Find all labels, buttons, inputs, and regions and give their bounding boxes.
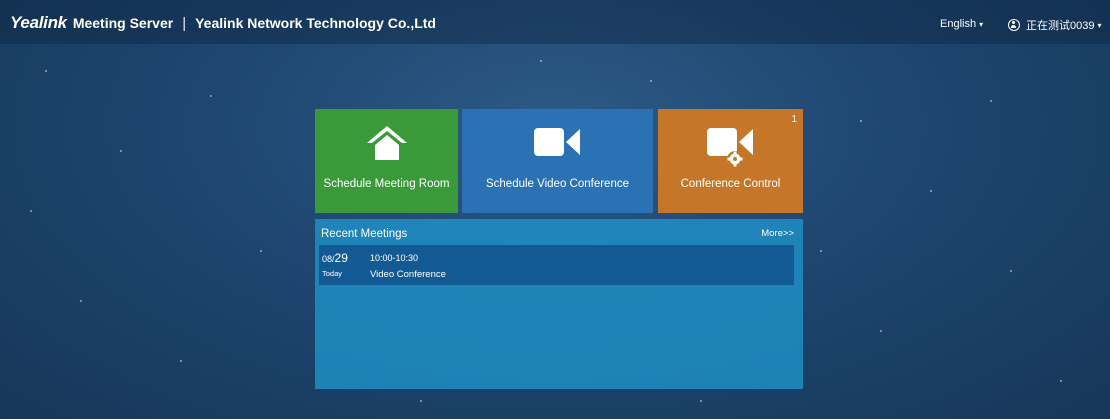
- language-label: English: [940, 18, 977, 30]
- product-name: Meeting Server: [72, 15, 174, 31]
- video-camera-icon: [533, 125, 583, 164]
- brand: Yealink Meeting Server | Yealink Network…: [10, 12, 436, 34]
- recent-meetings-title: Recent Meetings: [321, 228, 408, 240]
- home-icon: [366, 125, 408, 166]
- schedule-video-conference-tile[interactable]: Schedule Video Conference: [462, 109, 653, 213]
- meeting-date: 08/29: [322, 251, 348, 265]
- meeting-time: 10:00-10:30: [370, 253, 419, 263]
- brand-separator: |: [182, 14, 187, 32]
- schedule-meeting-room-tile[interactable]: Schedule Meeting Room: [315, 109, 458, 213]
- meeting-title: Video Conference: [370, 269, 446, 280]
- more-link[interactable]: More>>: [761, 228, 794, 239]
- user-menu[interactable]: 正在测试0039 ▾: [1008, 17, 1102, 33]
- chevron-down-icon: ▾: [979, 20, 984, 29]
- meeting-list-item[interactable]: 08/29 Today 10:00-10:30 Video Conference: [319, 245, 794, 285]
- company-name: Yealink Network Technology Co.,Ltd: [195, 15, 436, 31]
- meeting-day: 29: [334, 251, 348, 265]
- chevron-down-icon: ▾: [1097, 20, 1102, 30]
- notification-badge: 1: [791, 114, 797, 125]
- tile-label: Conference Control: [680, 178, 781, 190]
- tile-label: Schedule Video Conference: [485, 178, 629, 190]
- user-icon: [1008, 19, 1020, 31]
- yealink-logo: Yealink: [10, 13, 67, 32]
- tile-label: Schedule Meeting Room: [323, 178, 450, 190]
- video-camera-gear-icon: [706, 125, 756, 174]
- username: 正在测试0039: [1026, 20, 1095, 32]
- meeting-month: 08/: [322, 254, 335, 264]
- conference-control-tile[interactable]: 1 Conference Control: [658, 109, 803, 213]
- language-selector[interactable]: English ▾: [940, 18, 983, 30]
- meeting-day-label: Today: [322, 269, 343, 278]
- recent-meetings-panel: Recent Meetings More>> 08/29 Today 10:00…: [315, 219, 803, 389]
- top-navigation-bar: Yealink Meeting Server | Yealink Network…: [0, 0, 1110, 44]
